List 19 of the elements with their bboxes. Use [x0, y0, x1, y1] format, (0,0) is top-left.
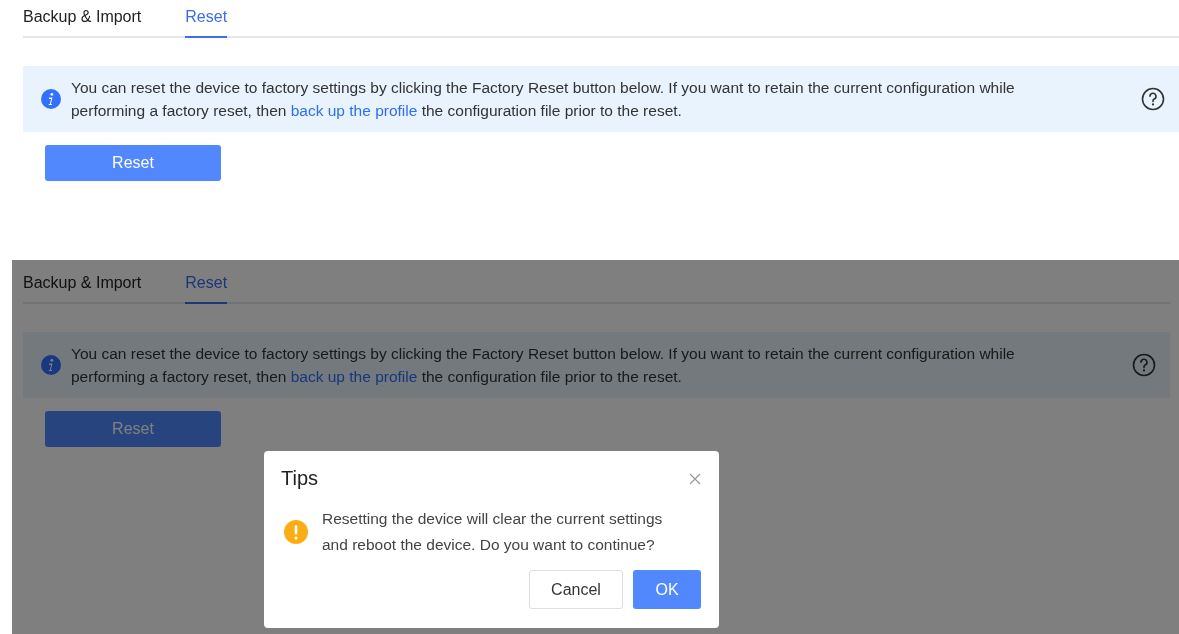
- warning-icon: [284, 520, 308, 544]
- info-icon: [41, 355, 61, 375]
- dialog-title: Tips: [281, 467, 319, 490]
- profile-link[interactable]: back up the profile: [290, 368, 418, 385]
- reset-button[interactable]: Reset: [45, 411, 221, 447]
- dialog-message: Resetting the device will clear the current settings and reboot the device. Do you want to continue?: [322, 509, 664, 555]
- reset-button[interactable]: Reset: [45, 145, 221, 181]
- notice-text: You can reset the device to factory settings by clicking the Factory Reset button below. If you want to retain the current configuration while performing a factory reset, then back up the profile the configuration file prior to the reset.: [71, 344, 1016, 387]
- help-icon[interactable]: [1141, 87, 1165, 111]
- notice-text: You can reset the device to factory settings by clicking the Factory Reset button below. If you want to retain the current configuration while performing a factory reset, then back up the profile the configuration file prior to the reset.: [71, 78, 1016, 121]
- tab[interactable]: Backup & Import: [23, 266, 142, 302]
- info-icon: [41, 89, 61, 109]
- tab[interactable]: Reset: [185, 0, 228, 38]
- tab[interactable]: Backup & Import: [23, 0, 142, 36]
- tab[interactable]: Reset: [185, 266, 228, 304]
- close-icon[interactable]: [689, 472, 701, 485]
- cancel-button[interactable]: Cancel: [529, 570, 623, 609]
- ok-button[interactable]: OK: [633, 570, 701, 609]
- profile-link[interactable]: back up the profile: [290, 102, 418, 119]
